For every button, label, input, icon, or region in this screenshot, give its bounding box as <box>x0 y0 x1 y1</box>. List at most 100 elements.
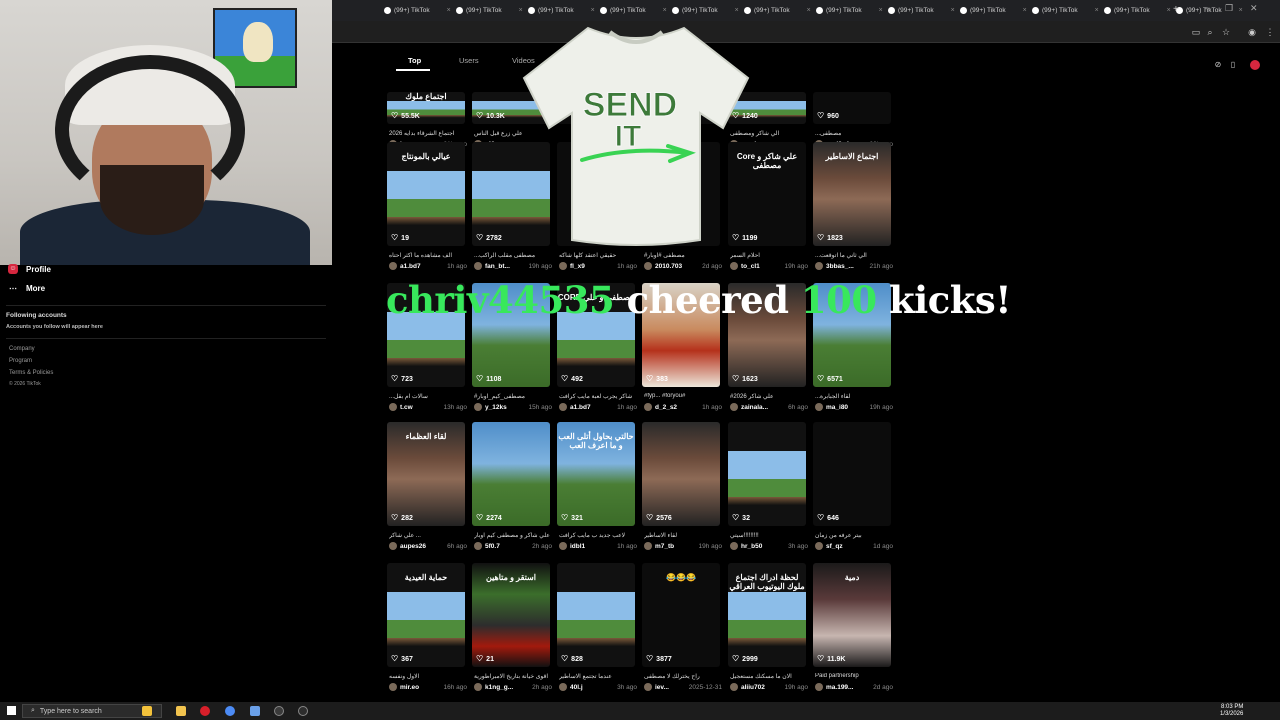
browser-tab[interactable]: (99+) TikTok × <box>1104 3 1171 18</box>
system-clock[interactable]: 8:03 PM 1/3/2026 <box>1220 704 1243 718</box>
video-author[interactable]: 3bbas_... 21h ago <box>815 262 893 270</box>
avatar[interactable] <box>730 262 738 270</box>
browser-tab[interactable]: (99+) TikTok × <box>888 3 955 18</box>
video-caption[interactable]: Paid partnership <box>815 673 891 679</box>
author-name[interactable]: m7_tb <box>655 543 674 550</box>
video-caption[interactable]: علي شاكر و مصطفى كيم اوبار <box>474 532 550 539</box>
new-tab-button[interactable]: + <box>1173 4 1179 15</box>
video-author[interactable]: d_2_s2 1h ago <box>644 403 722 411</box>
video-author[interactable]: mir.eo 16h ago <box>389 683 467 691</box>
video-thumbnail[interactable] <box>642 422 720 526</box>
author-name[interactable]: y_12ks <box>485 404 507 411</box>
close-tab-icon[interactable]: × <box>735 7 739 14</box>
avatar[interactable] <box>730 403 738 411</box>
close-tab-icon[interactable]: × <box>591 7 595 14</box>
video-author[interactable]: y_12ks 15h ago <box>474 403 552 411</box>
author-name[interactable]: 40l.j <box>570 684 583 691</box>
browser-tab[interactable]: (99+) TikTok × <box>1032 3 1099 18</box>
avatar[interactable] <box>474 403 482 411</box>
video-caption[interactable]: احلام السمر <box>730 252 806 259</box>
avatar[interactable] <box>559 683 567 691</box>
avatar[interactable] <box>815 683 823 691</box>
close-tab-icon[interactable]: × <box>1095 7 1099 14</box>
close-tab-icon[interactable]: × <box>519 7 523 14</box>
avatar[interactable] <box>815 403 823 411</box>
close-window-icon[interactable]: ✕ <box>1250 3 1258 14</box>
menu-icon[interactable]: ⋮ <box>1264 26 1276 38</box>
block-icon[interactable]: ⊘ <box>1213 60 1223 70</box>
footer-link-program[interactable]: Program <box>9 358 32 364</box>
browser-tab[interactable]: (99+) TikTok × <box>744 3 811 18</box>
video-author[interactable]: 40l.j 3h ago <box>559 683 637 691</box>
zoom-icon[interactable]: ⌕ <box>1204 26 1216 38</box>
video-caption[interactable]: #مصطفى_كيم_اوبار <box>474 393 550 400</box>
video-caption[interactable]: راح يخترلك لا مصطفى <box>644 673 720 680</box>
windows-start-icon[interactable] <box>7 706 16 715</box>
video-thumbnail[interactable]: لقاء العظماء <box>387 422 465 526</box>
author-name[interactable]: hr_b50 <box>741 543 762 550</box>
video-thumbnail[interactable]: عيالي بالمونتاج <box>387 142 465 246</box>
record-icon[interactable] <box>1250 60 1260 70</box>
author-name[interactable]: fl_x9 <box>570 263 585 270</box>
video-author[interactable]: aliiu702 19h ago <box>730 683 808 691</box>
author-name[interactable]: iev... <box>655 684 669 691</box>
video-caption[interactable]: لاعب جديد ب مايب كرافت <box>559 532 635 539</box>
video-caption[interactable]: ...سالات ام بقل <box>389 393 465 400</box>
author-name[interactable]: aliiu702 <box>741 684 765 691</box>
close-tab-icon[interactable]: × <box>1239 7 1243 14</box>
video-caption[interactable]: #مصطفى #اوبار <box>644 252 720 259</box>
avatar[interactable] <box>730 683 738 691</box>
footer-link-terms[interactable]: Terms & Policies <box>9 370 53 376</box>
avatar[interactable] <box>644 542 652 550</box>
video-caption[interactable]: سيتي!!!!!!!!! <box>730 532 806 539</box>
avatar[interactable] <box>559 542 567 550</box>
author-name[interactable]: idbl1 <box>570 543 585 550</box>
cast-icon[interactable]: ▭ <box>1190 26 1202 38</box>
avatar[interactable] <box>389 262 397 270</box>
video-caption[interactable]: اجتماع الشرقاء بدايه 2026 <box>389 130 465 137</box>
video-author[interactable]: m7_tb 19h ago <box>644 542 722 550</box>
tab-users[interactable]: Users <box>459 56 479 65</box>
avatar[interactable] <box>815 262 823 270</box>
close-tab-icon[interactable]: × <box>1023 7 1027 14</box>
video-author[interactable]: idbl1 1h ago <box>559 542 637 550</box>
video-author[interactable]: fan_bt... 19h ago <box>474 262 552 270</box>
video-thumbnail[interactable]: لحظة ادراك اجتماع ملوك اليوتيوب العراقي <box>728 563 806 667</box>
author-name[interactable]: d_2_s2 <box>655 404 677 411</box>
sidebar-item-profile[interactable]: ☺ Profile <box>8 264 51 274</box>
media-icon[interactable] <box>298 706 308 716</box>
video-thumbnail[interactable] <box>472 422 550 526</box>
sidebar-item-more[interactable]: ⋯ More <box>8 284 45 293</box>
browser-tab[interactable]: (99+) TikTok × <box>960 3 1027 18</box>
video-author[interactable]: 2010.703 2d ago <box>644 262 722 270</box>
close-tab-icon[interactable]: × <box>807 7 811 14</box>
copilot-icon[interactable] <box>142 706 152 716</box>
avatar[interactable] <box>474 683 482 691</box>
avatar[interactable] <box>559 262 567 270</box>
video-author[interactable]: ma.199... 2d ago <box>815 683 893 691</box>
video-author[interactable]: fl_x9 1h ago <box>559 262 637 270</box>
close-tab-icon[interactable]: × <box>951 7 955 14</box>
phone-icon[interactable]: ▯ <box>1228 60 1238 70</box>
video-caption[interactable]: الف مشاهده ما اكثر احتاه <box>389 252 465 259</box>
footer-link-company[interactable]: Company <box>9 346 35 352</box>
author-name[interactable]: 2010.703 <box>655 263 682 270</box>
video-caption[interactable]: حقيقي اعتقد كلها شاكه <box>559 252 635 259</box>
opera-icon[interactable] <box>200 706 210 716</box>
author-name[interactable]: 3bbas_... <box>826 263 854 270</box>
video-caption[interactable]: ...لقاء الجبابرة <box>815 393 891 400</box>
tab-top[interactable]: Top <box>408 56 421 65</box>
avatar[interactable] <box>644 403 652 411</box>
video-author[interactable]: k1ng_g... 2h ago <box>474 683 552 691</box>
page-scrollbar[interactable] <box>1268 45 1274 685</box>
author-name[interactable]: a1.bd7 <box>400 263 421 270</box>
avatar[interactable] <box>815 542 823 550</box>
video-author[interactable]: 5f0.7 2h ago <box>474 542 552 550</box>
video-thumbnail[interactable] <box>728 422 806 526</box>
browser-tab[interactable]: (99+) TikTok × <box>672 3 739 18</box>
author-name[interactable]: ma_i80 <box>826 404 848 411</box>
video-caption[interactable]: ...مصطفى <box>815 130 891 137</box>
author-name[interactable]: a1.bd7 <box>570 404 591 411</box>
video-caption[interactable]: شاكر يجرب لعبة مايب كرافت <box>559 393 635 400</box>
video-thumbnail[interactable] <box>813 422 891 526</box>
